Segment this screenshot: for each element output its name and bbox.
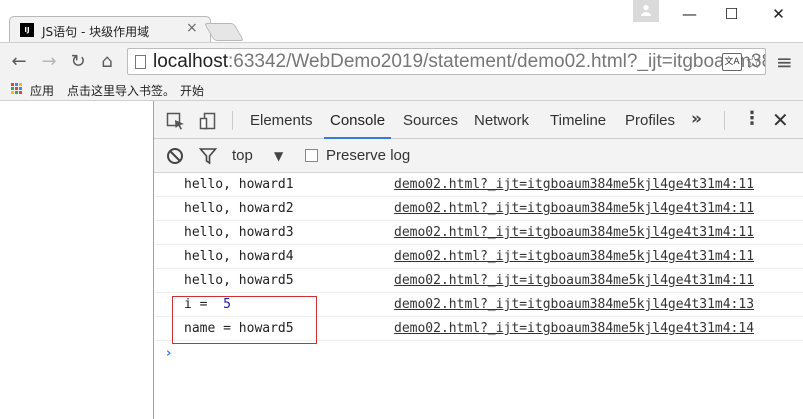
console-message: hello, howard1	[184, 177, 294, 192]
tab-profiles[interactable]: Profiles	[625, 101, 675, 138]
translate-icon[interactable]: 文A	[722, 53, 742, 71]
console-row: hello, howard2 demo02.html?_ijt=itgboaum…	[154, 197, 803, 221]
console-message: hello, howard3	[184, 225, 294, 240]
source-link[interactable]: demo02.html?_ijt=itgboaum384me5kjl4ge4t3…	[394, 297, 754, 312]
forward-arrow-icon[interactable]: →	[38, 51, 60, 73]
apps-grid-icon[interactable]	[11, 83, 23, 95]
intellij-icon: IJ	[20, 23, 34, 37]
devtools-panel: Elements Console Sources Network Timelin…	[153, 101, 803, 419]
filter-icon[interactable]	[198, 147, 219, 165]
menu-icon[interactable]: ≡	[776, 52, 793, 72]
browser-toolbar: ← → ↻ ⌂ localhost:63342/WebDemo2019/stat…	[0, 42, 803, 78]
url-text[interactable]: localhost:63342/WebDemo2019/statement/de…	[153, 51, 765, 73]
preserve-log-checkbox[interactable]	[305, 149, 318, 162]
minimize-button[interactable]: —	[667, 0, 712, 28]
address-bar[interactable]: localhost:63342/WebDemo2019/statement/de…	[127, 48, 766, 75]
console-message: hello, howard4	[184, 249, 294, 264]
source-link[interactable]: demo02.html?_ijt=itgboaum384me5kjl4ge4t3…	[394, 321, 754, 336]
console-message: hello, howard2	[184, 201, 294, 216]
tab-console[interactable]: Console	[323, 101, 392, 139]
bookmark-apps[interactable]: 应用	[30, 82, 54, 99]
tab-sources[interactable]: Sources	[403, 101, 458, 138]
more-tabs-icon[interactable]: »	[691, 109, 702, 129]
browser-tab[interactable]: IJ JS语句 - 块级作用域 ×	[9, 16, 211, 43]
page-icon	[135, 55, 146, 69]
page-viewport[interactable]	[0, 101, 153, 419]
reload-icon[interactable]: ↻	[67, 51, 89, 73]
annotation-box	[172, 296, 317, 344]
console-row: hello, howard1 demo02.html?_ijt=itgboaum…	[154, 173, 803, 197]
source-link[interactable]: demo02.html?_ijt=itgboaum384me5kjl4ge4t3…	[394, 273, 754, 288]
star-icon[interactable]: ☆	[745, 53, 762, 72]
profile-button[interactable]	[633, 0, 659, 22]
separator	[724, 111, 725, 130]
home-icon[interactable]: ⌂	[96, 51, 118, 73]
console-row: hello, howard4 demo02.html?_ijt=itgboaum…	[154, 245, 803, 269]
console-row: hello, howard3 demo02.html?_ijt=itgboaum…	[154, 221, 803, 245]
bookmark-import[interactable]: 点击这里导入书签。	[67, 82, 175, 99]
close-window-button[interactable]: ✕	[756, 0, 801, 28]
tab-timeline[interactable]: Timeline	[550, 101, 606, 138]
tab-title: JS语句 - 块级作用域	[42, 25, 150, 39]
person-icon	[641, 4, 651, 16]
kebab-menu-icon[interactable]: ⋮	[743, 109, 761, 129]
back-arrow-icon[interactable]: ←	[8, 51, 30, 73]
clear-console-icon[interactable]	[166, 147, 186, 165]
source-link[interactable]: demo02.html?_ijt=itgboaum384me5kjl4ge4t3…	[394, 225, 754, 240]
device-toolbar-icon[interactable]	[198, 112, 218, 130]
close-devtools-icon[interactable]: ✕	[772, 108, 789, 132]
maximize-button[interactable]: ☐	[709, 0, 754, 28]
source-link[interactable]: demo02.html?_ijt=itgboaum384me5kjl4ge4t3…	[394, 249, 754, 264]
bookmark-start[interactable]: 开始	[180, 82, 204, 99]
tab-close-icon[interactable]: ×	[186, 20, 198, 36]
context-selector[interactable]: top	[232, 147, 253, 164]
bookmarks-bar: 应用 点击这里导入书签。 开始	[0, 78, 803, 101]
console-row: hello, howard5 demo02.html?_ijt=itgboaum…	[154, 269, 803, 293]
source-link[interactable]: demo02.html?_ijt=itgboaum384me5kjl4ge4t3…	[394, 201, 754, 216]
title-bar: IJ JS语句 - 块级作用域 × — ☐ ✕	[0, 0, 803, 43]
devtools-tab-bar: Elements Console Sources Network Timelin…	[154, 101, 803, 139]
inspect-element-icon[interactable]	[166, 112, 186, 130]
tab-network[interactable]: Network	[474, 101, 529, 138]
console-prompt[interactable]: ›	[166, 346, 171, 361]
console-message: hello, howard5	[184, 273, 294, 288]
tab-elements[interactable]: Elements	[250, 101, 313, 138]
console-filter-bar: top ▼ Preserve log	[154, 139, 803, 173]
preserve-log-label: Preserve log	[326, 147, 411, 164]
source-link[interactable]: demo02.html?_ijt=itgboaum384me5kjl4ge4t3…	[394, 177, 754, 192]
separator	[232, 111, 233, 130]
dropdown-arrow-icon[interactable]: ▼	[274, 149, 283, 163]
